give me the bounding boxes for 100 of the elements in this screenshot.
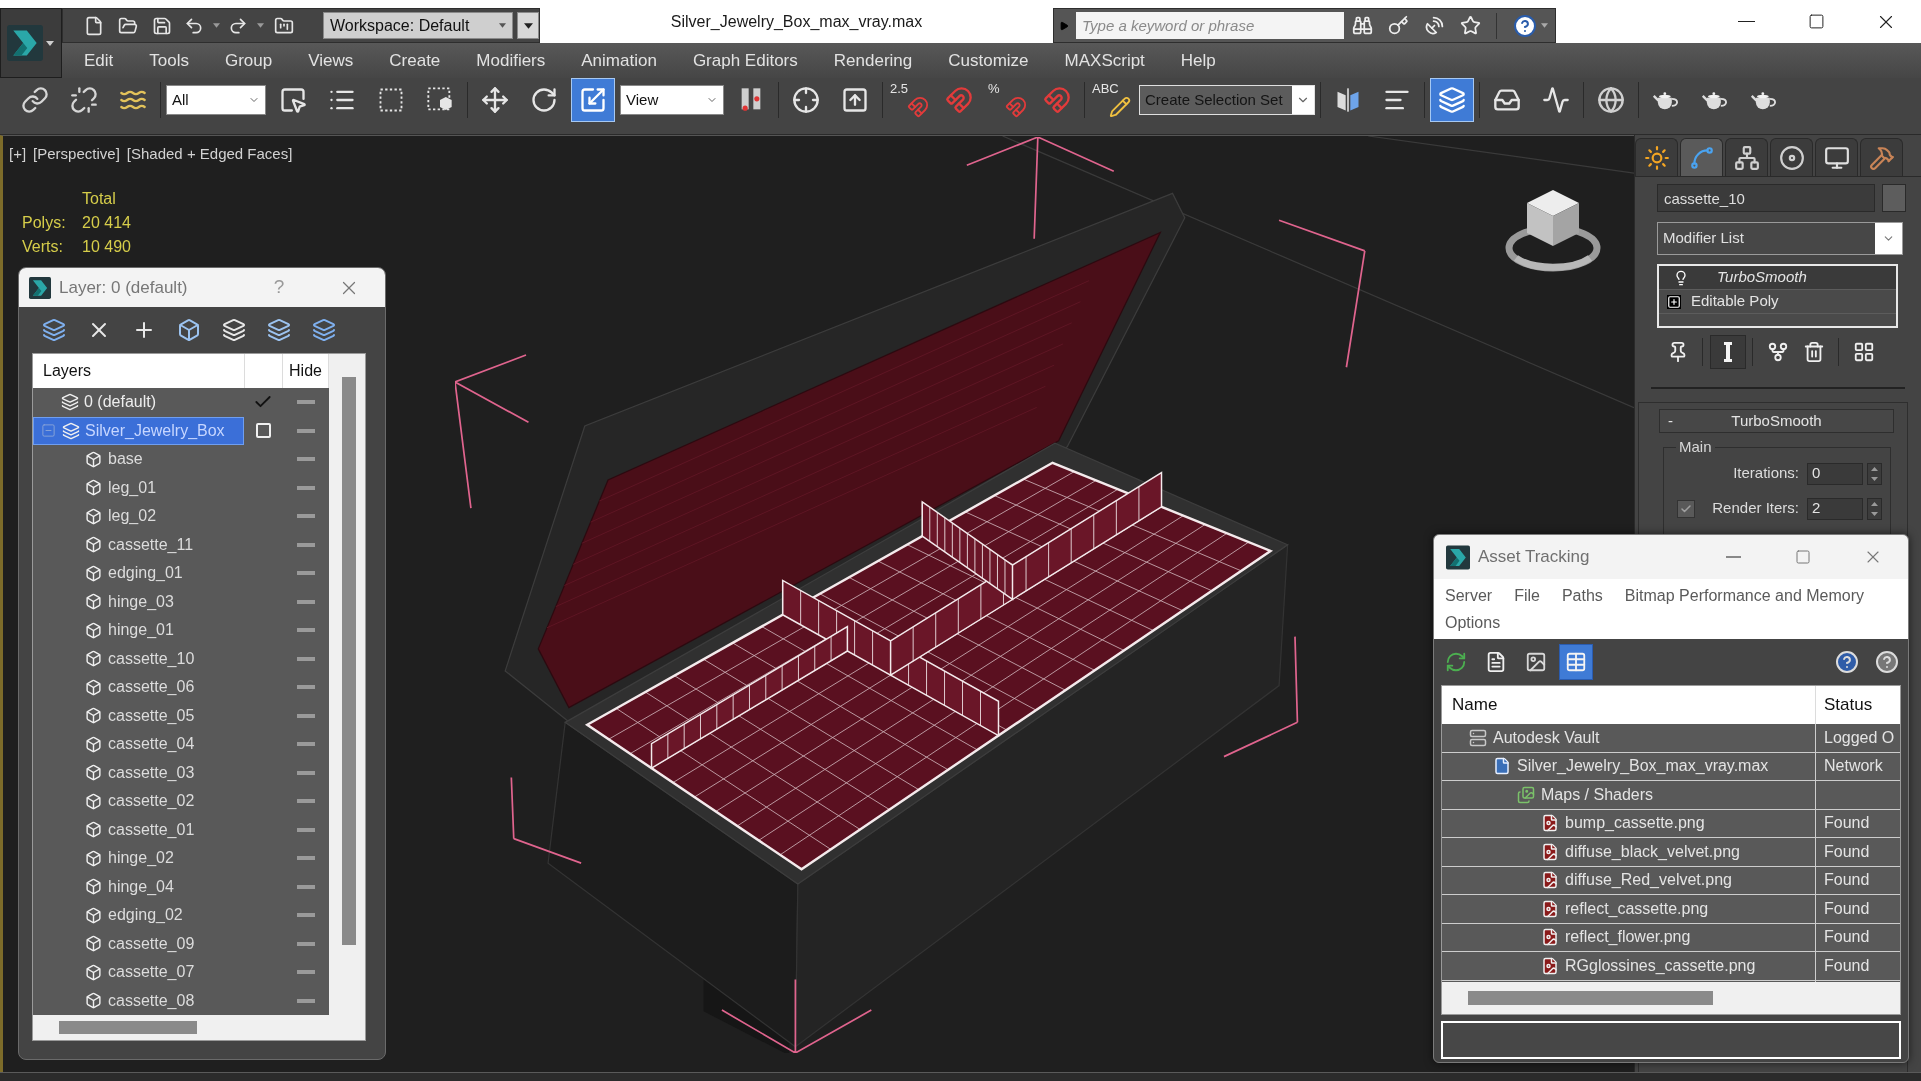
object-item[interactable]: cassette_10 bbox=[33, 644, 244, 673]
menu-item[interactable]: MAXScript bbox=[1046, 43, 1163, 78]
asset-row[interactable]: diffuse_Red_velvet.png Found bbox=[1442, 866, 1900, 895]
layer-tool-button[interactable] bbox=[42, 316, 66, 344]
panel-tab[interactable] bbox=[1680, 138, 1723, 176]
object-item[interactable]: cassette_06 bbox=[33, 673, 244, 702]
scrollbar-thumb[interactable] bbox=[1468, 991, 1713, 1005]
modifier-item[interactable]: TurboSmooth bbox=[1659, 266, 1896, 290]
menu-item[interactable]: Modifiers bbox=[458, 43, 564, 78]
object-item[interactable]: hinge_04 bbox=[33, 872, 244, 901]
asset-row[interactable]: RGglossines_cassette.png Found bbox=[1442, 952, 1900, 981]
object-item[interactable]: cassette_08 bbox=[33, 986, 244, 1015]
menu-item[interactable]: File bbox=[1514, 582, 1540, 609]
dash-icon[interactable] bbox=[296, 941, 315, 946]
dash-icon[interactable] bbox=[296, 400, 315, 405]
object-item[interactable]: leg_01 bbox=[33, 473, 244, 502]
toolbar-button[interactable] bbox=[571, 78, 615, 122]
dash-icon[interactable] bbox=[296, 770, 315, 775]
panel-tab[interactable] bbox=[1860, 138, 1903, 176]
toolbar-button[interactable]: 2.5 bbox=[888, 78, 932, 122]
object-item[interactable]: cassette_09 bbox=[33, 929, 244, 958]
dash-icon[interactable] bbox=[296, 457, 315, 462]
menu-item[interactable]: Help bbox=[1162, 43, 1234, 78]
checkbox[interactable] bbox=[1677, 499, 1695, 518]
asset-row[interactable]: Silver_Jewelry_Box_max_vray.max Network bbox=[1442, 752, 1900, 781]
toolbar-menu-button[interactable] bbox=[517, 12, 539, 39]
viewport-menu[interactable]: [Shaded + Edged Faces] bbox=[126, 144, 293, 164]
panel-tab[interactable] bbox=[1725, 138, 1768, 176]
plus-box-icon[interactable] bbox=[1667, 294, 1681, 309]
layer-tool-button[interactable] bbox=[222, 316, 246, 344]
menu-item[interactable]: Customize bbox=[930, 43, 1047, 78]
lightbulb-icon[interactable] bbox=[1673, 269, 1689, 286]
spinner-arrows-icon[interactable] bbox=[1867, 497, 1882, 520]
dash-icon[interactable] bbox=[296, 571, 315, 576]
object-name-field[interactable]: cassette_10 bbox=[1657, 184, 1875, 212]
menu-item[interactable]: Group bbox=[207, 43, 291, 78]
column-header[interactable]: Name bbox=[1442, 692, 1815, 718]
object-item[interactable]: edging_01 bbox=[33, 559, 244, 588]
scrollbar-thumb[interactable] bbox=[59, 1021, 197, 1034]
dash-icon[interactable] bbox=[296, 799, 315, 804]
workspace-dropdown[interactable]: Workspace: Default bbox=[323, 12, 513, 39]
menu-item[interactable]: Graph Editors bbox=[674, 43, 816, 78]
scrollbar-thumb[interactable] bbox=[342, 377, 356, 945]
layer-item[interactable]: 0 (default) bbox=[33, 388, 244, 417]
object-item[interactable]: cassette_01 bbox=[33, 815, 244, 844]
dash-icon[interactable] bbox=[296, 685, 315, 690]
object-item[interactable]: base bbox=[33, 445, 244, 474]
object-item[interactable]: edging_02 bbox=[33, 901, 244, 930]
object-item[interactable]: cassette_02 bbox=[33, 787, 244, 816]
view-mode-button[interactable] bbox=[1559, 644, 1593, 680]
dropdown[interactable]: All bbox=[166, 85, 266, 115]
menu-item[interactable]: Server bbox=[1445, 582, 1493, 609]
dash-icon[interactable] bbox=[296, 998, 315, 1003]
menu-item[interactable]: Views bbox=[290, 43, 372, 78]
object-item[interactable]: hinge_01 bbox=[33, 616, 244, 645]
dropdown[interactable]: View bbox=[620, 85, 724, 115]
layer-item[interactable]: Silver_Jewelry_Box bbox=[33, 416, 244, 445]
search-field[interactable]: Type a keyword or phrase bbox=[1076, 12, 1344, 39]
dash-icon[interactable] bbox=[296, 656, 315, 661]
object-item[interactable]: hinge_02 bbox=[33, 844, 244, 873]
dash-icon[interactable] bbox=[296, 428, 315, 433]
dash-icon[interactable] bbox=[296, 485, 315, 490]
modifier-list-dropdown[interactable]: Modifier List bbox=[1657, 222, 1903, 255]
panel-tab[interactable] bbox=[1815, 138, 1858, 176]
column-header[interactable]: Layers bbox=[33, 359, 244, 383]
viewport-menu[interactable]: [Perspective] bbox=[33, 144, 120, 164]
dash-icon[interactable] bbox=[296, 970, 315, 975]
menu-item[interactable]: Bitmap Performance and Memory bbox=[1624, 582, 1865, 609]
show-end-result-button[interactable] bbox=[1710, 335, 1746, 369]
spinner-field[interactable]: 2 bbox=[1807, 497, 1863, 520]
dash-icon[interactable] bbox=[296, 913, 315, 918]
dash-icon[interactable] bbox=[296, 713, 315, 718]
asset-row[interactable]: reflect_cassette.png Found bbox=[1442, 895, 1900, 924]
dash-icon[interactable] bbox=[296, 884, 315, 889]
toolbar-button[interactable] bbox=[1430, 78, 1474, 122]
dash-icon[interactable] bbox=[296, 514, 315, 519]
collapse-toggle[interactable]: - bbox=[1660, 409, 1680, 433]
asset-row[interactable]: Maps / Shaders bbox=[1442, 781, 1900, 810]
color-swatch[interactable] bbox=[1882, 184, 1906, 212]
menu-item[interactable]: Animation bbox=[563, 43, 675, 78]
menu-item[interactable]: Paths bbox=[1561, 582, 1603, 609]
dash-icon[interactable] bbox=[296, 599, 315, 604]
menu-item[interactable]: Edit bbox=[66, 43, 132, 78]
object-item[interactable]: cassette_11 bbox=[33, 530, 244, 559]
menu-item[interactable]: Options bbox=[1445, 609, 1501, 636]
layer-tool-button[interactable] bbox=[177, 316, 201, 344]
dash-icon[interactable] bbox=[296, 827, 315, 832]
panel-tab[interactable] bbox=[1770, 138, 1813, 176]
toolbar-button[interactable]: % bbox=[986, 78, 1030, 122]
asset-row[interactable]: reflect_flower.png Found bbox=[1442, 923, 1900, 952]
toolbar-button[interactable]: ABC bbox=[1090, 78, 1134, 122]
object-item[interactable]: cassette_05 bbox=[33, 701, 244, 730]
object-item[interactable]: cassette_04 bbox=[33, 730, 244, 759]
menu-item[interactable]: Tools bbox=[131, 43, 207, 78]
layer-tool-button[interactable] bbox=[267, 316, 291, 344]
dash-icon[interactable] bbox=[296, 628, 315, 633]
object-item[interactable]: hinge_03 bbox=[33, 587, 244, 616]
dash-icon[interactable] bbox=[296, 856, 315, 861]
panel-tab[interactable] bbox=[1635, 138, 1678, 176]
app-menu-button[interactable] bbox=[0, 8, 62, 78]
